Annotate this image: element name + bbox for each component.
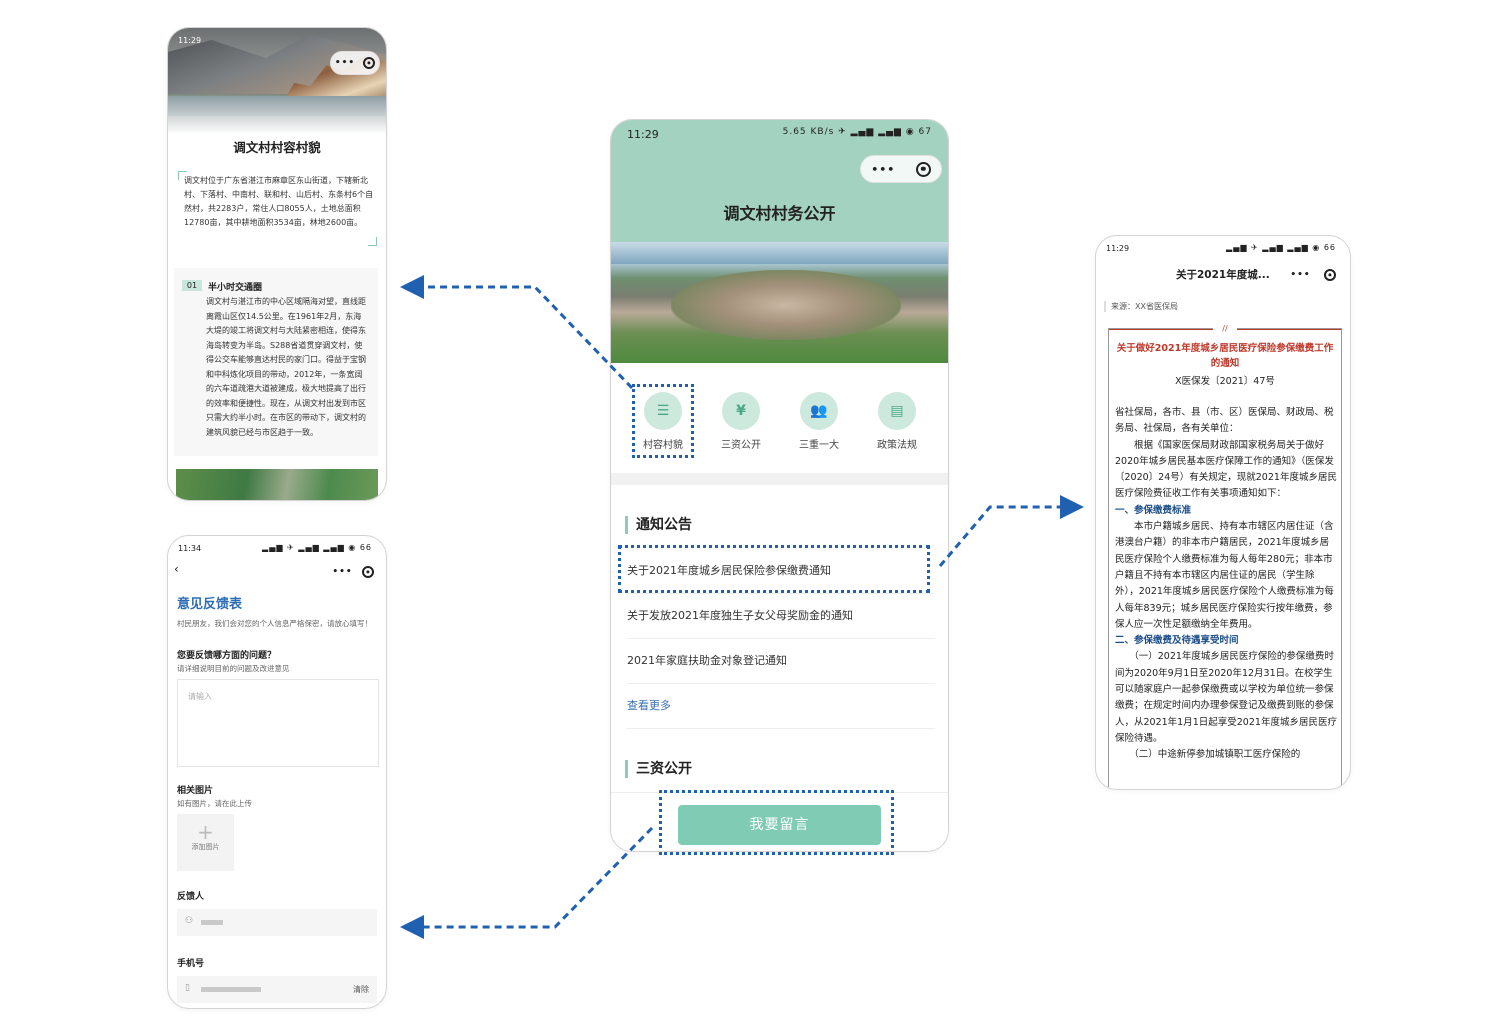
arrow-to-feedback: [400, 826, 654, 939]
arrow-to-notice-detail: [938, 495, 1084, 567]
arrow-to-village: [400, 275, 634, 390]
flow-arrows: [400, 275, 1084, 939]
